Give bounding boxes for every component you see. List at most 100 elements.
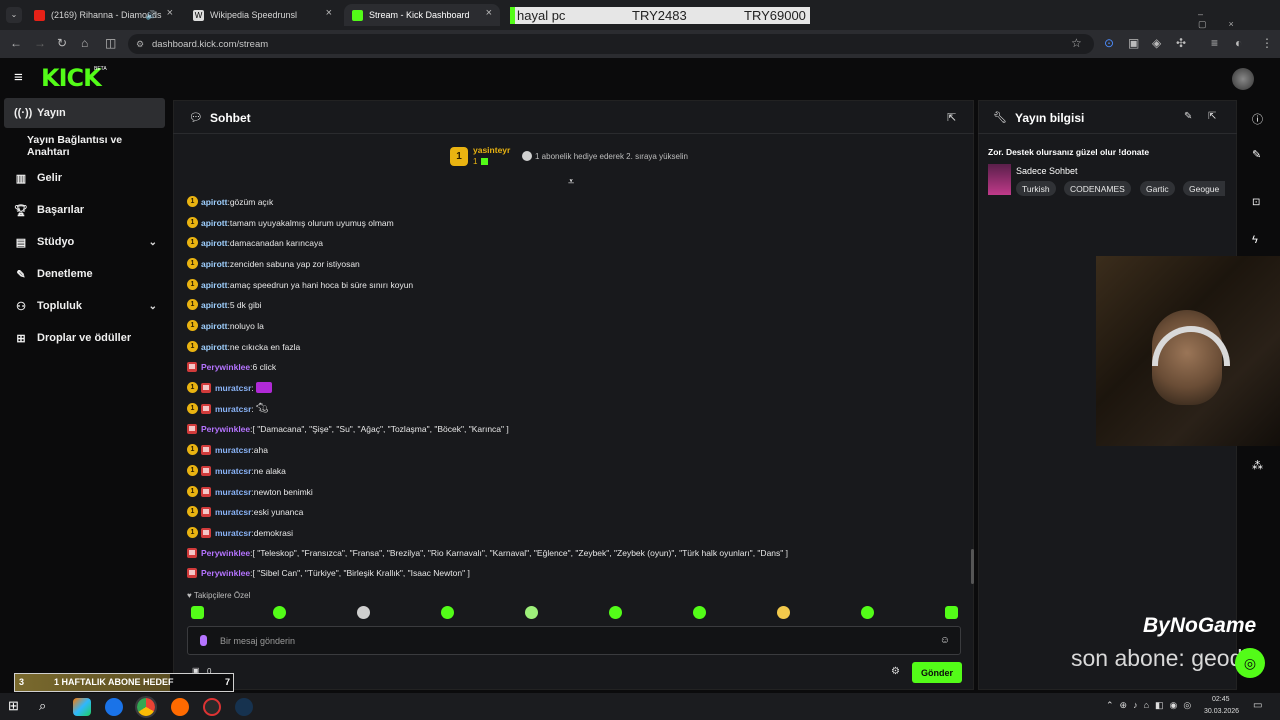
edit-pencil-icon[interactable]: ✎ xyxy=(1252,148,1261,161)
sidebar-item-stream-key[interactable]: Yayın Bağlantısı ve Anahtarı xyxy=(4,131,165,161)
kick-logo[interactable]: KICK xyxy=(41,64,102,92)
tag-pill[interactable]: Geogue xyxy=(1183,181,1226,196)
lightning-icon[interactable]: ϟ xyxy=(1252,234,1258,246)
extensions-puzzle-icon[interactable]: ✣ xyxy=(1176,36,1186,50)
firefox-icon[interactable] xyxy=(171,698,189,716)
chat-username[interactable]: muratcsr xyxy=(215,383,251,393)
close-tab-icon[interactable]: × xyxy=(326,7,332,19)
obs-icon[interactable] xyxy=(203,698,221,716)
home-icon[interactable]: ⌂ xyxy=(81,36,88,50)
tray-icons[interactable]: ⌃⊕♪⌂◧◉◎ xyxy=(1106,700,1197,711)
forward-icon[interactable]: → xyxy=(34,36,46,50)
shield-icon[interactable]: ◈ xyxy=(1152,36,1161,50)
chat-username[interactable]: muratcsr xyxy=(215,445,251,455)
speaker-icon[interactable]: 🔊 xyxy=(146,10,157,21)
sidebar-item-basarilar[interactable]: 🏆︎ Başarılar xyxy=(4,195,165,225)
address-bar[interactable]: ⚙ dashboard.kick.com/stream xyxy=(128,34,1094,54)
connections-icon[interactable]: ⁂ xyxy=(1252,459,1263,472)
sidebar-item-droplar[interactable]: ⊞ Droplar ve ödüller xyxy=(4,323,165,353)
edit-pencil-icon[interactable]: ✎ xyxy=(1184,111,1192,122)
bookmark-star-icon[interactable]: ☆ xyxy=(1071,36,1082,50)
tag-pill[interactable]: Turkish xyxy=(1016,181,1056,196)
microphone-icon[interactable] xyxy=(200,635,207,646)
emoji-picker-icon[interactable]: ☺ xyxy=(940,635,950,646)
emote-icon[interactable] xyxy=(273,606,286,619)
tab-kick-dashboard[interactable]: Stream - Kick Dashboard × xyxy=(344,4,500,26)
site-info-icon[interactable]: ⚙ xyxy=(136,39,144,50)
chat-settings-gear-icon[interactable]: ⚙ xyxy=(891,666,900,677)
chrome-icon[interactable] xyxy=(135,696,157,718)
emote-icon[interactable] xyxy=(945,606,958,619)
extension-icon[interactable]: ▣ xyxy=(1128,36,1139,50)
profile-icon[interactable]: ◐ xyxy=(1235,36,1242,50)
chat-username[interactable]: Perywinklee xyxy=(201,424,250,434)
close-tab-icon[interactable]: × xyxy=(486,7,492,19)
window-controls[interactable]: –▢× xyxy=(1198,9,1280,30)
search-icon[interactable]: ⌕ xyxy=(39,698,57,716)
emote-icon[interactable] xyxy=(777,606,790,619)
chat-username[interactable]: apirott xyxy=(201,238,227,248)
menu-dots-icon[interactable]: ⋮ xyxy=(1261,36,1273,50)
chat-scrollbar[interactable] xyxy=(971,549,974,584)
chat-message: 1 apirott: tamam uyuyakalmış olurum uyumu… xyxy=(187,217,394,228)
edge-icon[interactable] xyxy=(105,698,123,716)
chat-username[interactable]: apirott xyxy=(201,321,227,331)
tab-youtube[interactable]: (2169) Rihanna - Diamonds 🔊 × xyxy=(26,4,181,26)
sidebar-item-denetleme[interactable]: ✎ Denetleme xyxy=(4,259,165,289)
popout-icon[interactable]: ⇱ xyxy=(947,111,956,124)
divider xyxy=(978,133,1237,134)
close-tab-icon[interactable]: × xyxy=(167,7,173,19)
sidebar-item-studyo[interactable]: ▤ Stüdyo ⌄ xyxy=(4,227,165,257)
tab-wikipedia[interactable]: W Wikipedia Speedrunsl × xyxy=(185,4,340,26)
chat-username[interactable]: muratcsr xyxy=(215,528,251,538)
chat-username[interactable]: apirott xyxy=(201,300,227,310)
emote-icon[interactable] xyxy=(191,606,204,619)
tag-pill[interactable]: CODENAMES xyxy=(1064,181,1131,196)
emote-icon[interactable] xyxy=(525,606,538,619)
emote-icon[interactable] xyxy=(441,606,454,619)
chat-username[interactable]: apirott xyxy=(201,197,227,207)
chat-username[interactable]: Perywinklee xyxy=(201,548,250,558)
gift-leader-user[interactable]: yasinteyr xyxy=(473,145,510,155)
playlist-icon[interactable]: ≡ xyxy=(1211,36,1218,50)
emote-icon[interactable] xyxy=(357,606,370,619)
chat-username[interactable]: apirott xyxy=(201,342,227,352)
popout-icon[interactable]: ⇱ xyxy=(1208,111,1216,122)
chat-username[interactable]: muratcsr xyxy=(215,507,251,517)
scroll-to-latest-icon[interactable]: ⩡ xyxy=(568,176,574,189)
chat-username[interactable]: muratcsr xyxy=(215,487,251,497)
emote-icon[interactable] xyxy=(861,606,874,619)
chat-username[interactable]: Perywinklee xyxy=(201,568,250,578)
tab-search-icon[interactable]: ⌄ xyxy=(6,7,22,23)
tag-pill[interactable]: Gartic xyxy=(1140,181,1175,196)
chat-username[interactable]: apirott xyxy=(201,280,227,290)
chat-username[interactable]: apirott xyxy=(201,218,227,228)
chat-username[interactable]: muratcsr xyxy=(215,404,251,414)
reload-icon[interactable]: ↻ xyxy=(57,36,67,50)
hamburger-menu-icon[interactable]: ≡ xyxy=(14,69,23,86)
sidebar-item-yayin[interactable]: ((·)) Yayın xyxy=(4,98,165,128)
avatar[interactable] xyxy=(1232,68,1254,90)
emote-icon[interactable] xyxy=(693,606,706,619)
send-button[interactable]: Gönder xyxy=(912,662,962,683)
chat-username[interactable]: apirott xyxy=(201,259,227,269)
chat-username[interactable]: muratcsr xyxy=(215,466,251,476)
notifications-icon[interactable]: ▭ xyxy=(1253,700,1262,711)
steam-icon[interactable] xyxy=(235,698,253,716)
back-icon[interactable]: ← xyxy=(10,36,22,50)
split-view-icon[interactable]: ◫ xyxy=(105,36,116,50)
sidebar-item-topluluk[interactable]: ⚇ Topluluk ⌄ xyxy=(4,291,165,321)
emote-icon[interactable] xyxy=(609,606,622,619)
windows-start-icon[interactable]: ⊞ xyxy=(8,698,26,716)
clock-time[interactable]: 02:45 xyxy=(1212,696,1230,703)
clip-icon[interactable]: ⊡ xyxy=(1252,197,1260,208)
info-icon[interactable]: ⓘ xyxy=(1252,111,1263,127)
extension-icon[interactable]: ⊙ xyxy=(1104,36,1114,50)
clock-date[interactable]: 30.03.2026 xyxy=(1204,708,1239,715)
chat-input[interactable]: Bir mesaj gönderin ☺ xyxy=(187,626,961,655)
chat-message: Perywinklee: [ "Teleskop", "Fransızca", … xyxy=(187,548,788,558)
category-name[interactable]: Sadece Sohbet xyxy=(1016,166,1078,176)
chat-username[interactable]: Perywinklee xyxy=(201,362,250,372)
sidebar-item-gelir[interactable]: ▥ Gelir xyxy=(4,163,165,193)
widgets-icon[interactable] xyxy=(73,698,91,716)
